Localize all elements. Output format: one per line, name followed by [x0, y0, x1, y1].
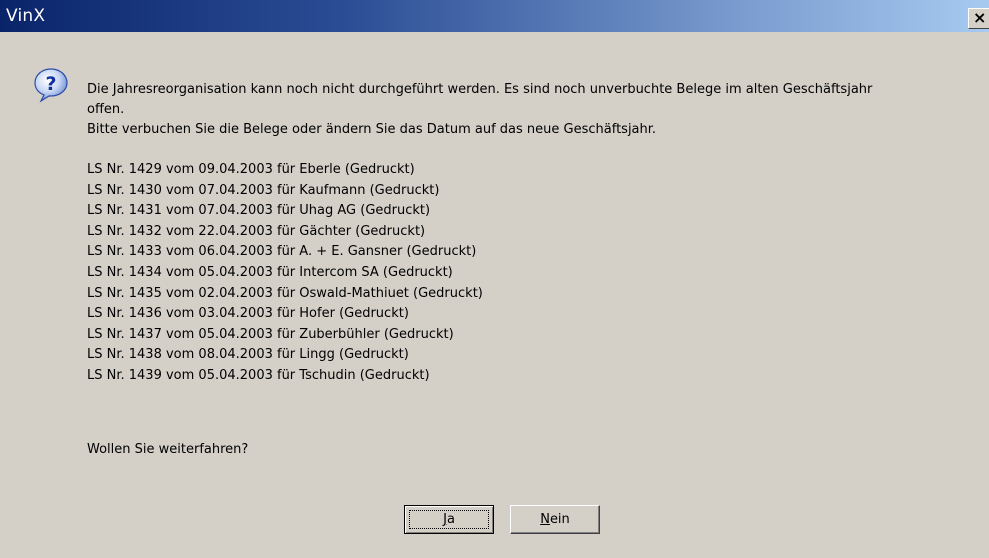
window-title: VinX [6, 6, 46, 26]
question-icon: ? [34, 68, 68, 103]
list-item: LS Nr. 1438 vom 08.04.2003 für Lingg (Ge… [87, 347, 409, 363]
no-label-rest: ein [549, 512, 570, 527]
list-item: LS Nr. 1432 vom 22.04.2003 für Gächter (… [87, 223, 426, 239]
document-list: LS Nr. 1429 vom 09.04.2003 für Eberle (G… [87, 160, 982, 387]
intro-line-1: Die Jahresreorganisation kann noch nicht… [87, 82, 873, 97]
intro-line-3: Bitte verbuchen Sie die Belege oder ände… [87, 122, 657, 137]
question-text: Wollen Sie weiterfahren? [87, 442, 249, 457]
message-dialog: VinX × ? Die Jahresreorganisation kann n… [0, 0, 989, 558]
intro-line-2: offen. [87, 102, 125, 117]
list-item: LS Nr. 1434 vom 05.04.2003 für Intercom … [87, 264, 453, 280]
close-button[interactable]: × [968, 8, 989, 29]
list-item: LS Nr. 1439 vom 05.04.2003 für Tschudin … [87, 367, 430, 383]
no-mnemonic: N [540, 512, 550, 527]
title-bar[interactable]: VinX × [0, 0, 989, 32]
focus-rectangle [409, 510, 489, 529]
yes-button[interactable]: Ja [404, 505, 494, 534]
list-item: LS Nr. 1437 vom 05.04.2003 für Zuberbühl… [87, 326, 454, 342]
list-item: LS Nr. 1433 vom 06.04.2003 für A. + E. G… [87, 244, 477, 260]
list-item: LS Nr. 1436 vom 03.04.2003 für Hofer (Ge… [87, 306, 409, 322]
list-item: LS Nr. 1435 vom 02.04.2003 für Oswald-Ma… [87, 285, 483, 301]
close-icon: × [973, 8, 987, 27]
no-button[interactable]: Nein [510, 505, 600, 534]
list-item: LS Nr. 1430 vom 07.04.2003 für Kaufmann … [87, 182, 440, 198]
svg-text:?: ? [45, 73, 56, 95]
list-item: LS Nr. 1431 vom 07.04.2003 für Uhag AG (… [87, 203, 431, 219]
message-text: Die Jahresreorganisation kann noch nicht… [87, 80, 982, 387]
list-item: LS Nr. 1429 vom 09.04.2003 für Eberle (G… [87, 162, 415, 177]
